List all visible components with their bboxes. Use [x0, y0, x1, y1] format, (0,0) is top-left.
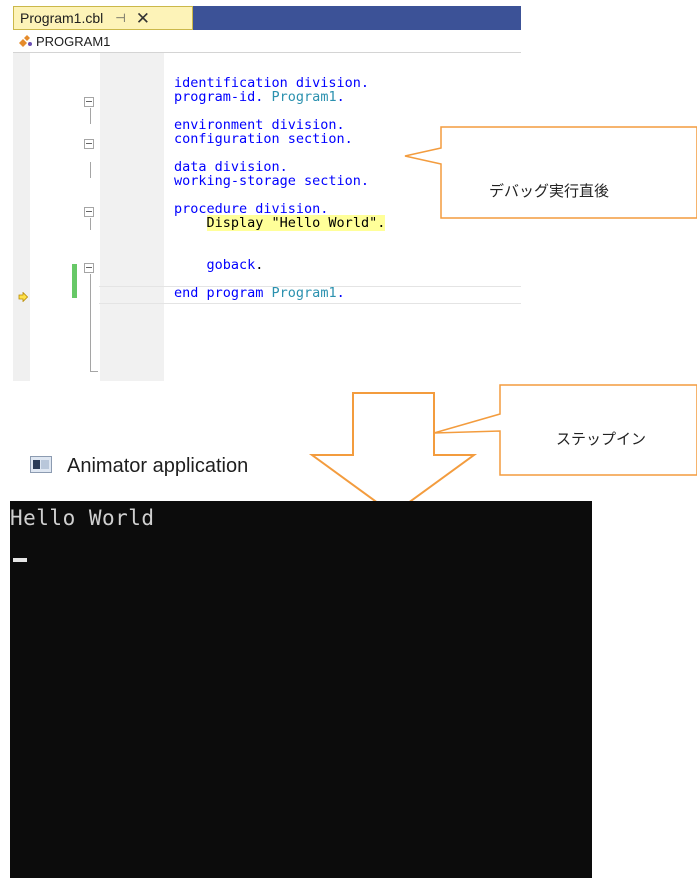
code-token: goback — [206, 257, 256, 273]
code-text[interactable]: identification division. program-id. Prog… — [174, 76, 386, 301]
editor-gutter — [100, 53, 164, 381]
code-token: configuration section. — [174, 131, 353, 147]
code-token: Program1 — [271, 285, 337, 301]
console-window-title: Animator application — [67, 455, 249, 477]
code-editor[interactable]: identification division. program-id. Prog… — [13, 53, 521, 381]
class-icon — [17, 34, 33, 48]
pin-icon[interactable]: ⊣ — [115, 11, 125, 25]
callout-debug-start: デバッグ実行直後 — [489, 183, 610, 200]
execution-arrow-icon — [18, 289, 29, 307]
code-token: . — [336, 285, 345, 301]
tab-title[interactable]: Program1.cbl — [20, 10, 103, 26]
console-window-icon — [30, 456, 52, 473]
console-output-text: Hello World — [10, 506, 155, 530]
callout-step-in: ステップイン — [556, 431, 647, 448]
class-dropdown[interactable]: PROGRAM1 — [36, 34, 110, 49]
code-token: end program — [174, 285, 272, 301]
indicator-margin[interactable] — [13, 53, 30, 381]
fold-toggle-icon[interactable] — [84, 263, 94, 273]
editor-tab-strip: Program1.cbl ⊣ ✕ — [13, 6, 521, 30]
code-line[interactable]: working-storage section. — [174, 173, 385, 189]
code-token: program-id. — [174, 89, 272, 105]
close-icon[interactable]: ✕ — [136, 10, 150, 27]
fold-toggle-icon[interactable] — [84, 207, 94, 217]
console-cursor — [13, 558, 27, 562]
code-line[interactable]: Display "Hello World". — [174, 215, 386, 231]
navigation-bar: PROGRAM1 — [13, 30, 521, 53]
code-line[interactable]: end program Program1. — [174, 285, 385, 301]
code-token: . — [255, 257, 264, 273]
console-output-area[interactable]: Hello World — [10, 501, 592, 878]
code-line[interactable]: program-id. Program1. — [174, 89, 385, 105]
code-token: . — [336, 89, 345, 105]
code-token: Display "Hello World". — [206, 215, 386, 231]
code-line[interactable] — [174, 231, 385, 259]
down-arrow-icon — [308, 392, 478, 516]
tab-program1-cbl[interactable]: Program1.cbl ⊣ ✕ — [13, 6, 193, 30]
fold-toggle-icon[interactable] — [84, 139, 94, 149]
change-indicator — [72, 264, 77, 298]
code-token: Program1 — [271, 89, 337, 105]
code-line[interactable]: goback. — [174, 257, 385, 273]
code-token: working-storage section. — [174, 173, 370, 189]
fold-toggle-icon[interactable] — [84, 97, 94, 107]
code-line[interactable]: configuration section. — [174, 131, 385, 147]
